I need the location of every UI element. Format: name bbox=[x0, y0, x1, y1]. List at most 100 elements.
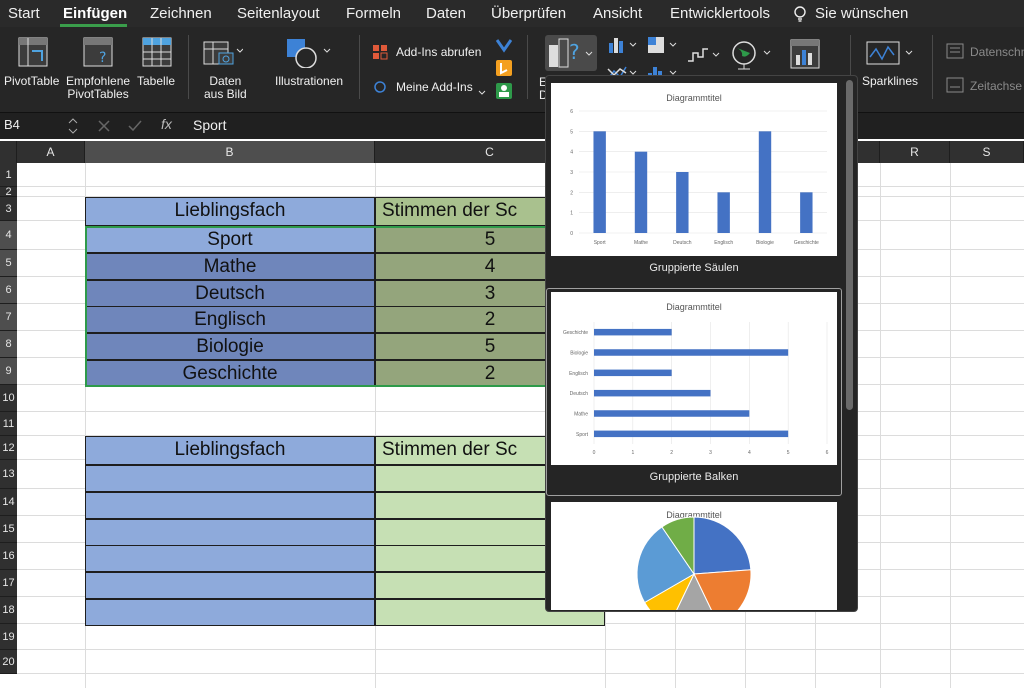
y-tick-label: 2 bbox=[570, 190, 573, 196]
row-header[interactable]: 10 bbox=[0, 385, 17, 412]
menu-formeln[interactable]: Formeln bbox=[346, 5, 401, 22]
row-header[interactable]: 3 bbox=[0, 197, 17, 221]
my-addins-icon[interactable] bbox=[372, 79, 388, 100]
column-chart-icon[interactable] bbox=[606, 35, 638, 60]
row-header[interactable]: 7 bbox=[0, 304, 17, 331]
menu-sie-wuenschen[interactable]: Sie wünschen bbox=[815, 5, 908, 22]
menu-seitenlayout[interactable]: Seitenlayout bbox=[237, 5, 320, 22]
people-graph-icon[interactable] bbox=[496, 83, 512, 104]
column-header-a[interactable]: A bbox=[17, 141, 85, 163]
row-header[interactable]: 6 bbox=[0, 277, 17, 304]
chevron-down-icon[interactable] bbox=[478, 83, 486, 101]
chart-option-clustered-columns[interactable]: Diagrammtitel 0 1 2 3 4 5 6 Sport Mathe Deutsch Eng… bbox=[551, 83, 837, 256]
pivotchart-icon[interactable] bbox=[790, 39, 822, 74]
chart-option-pie[interactable]: Diagrammtitel bbox=[551, 502, 837, 610]
pivottable-button[interactable]: PivotTable bbox=[4, 75, 59, 88]
x-tick-label: Mathe bbox=[634, 240, 648, 246]
table2-cell-subject[interactable] bbox=[85, 518, 375, 546]
table1-header-votes[interactable]: Stimmen der Sc bbox=[375, 197, 550, 226]
timeline-button[interactable]: Zeitachse bbox=[970, 79, 1022, 93]
column-header-s[interactable]: S bbox=[950, 141, 1024, 163]
table1-header-subject[interactable]: Lieblingsfach bbox=[85, 197, 375, 226]
table2-cell-subject[interactable] bbox=[85, 599, 375, 626]
hierarchy-chart-icon[interactable] bbox=[646, 35, 678, 60]
name-box-stepper-icon[interactable] bbox=[68, 116, 78, 141]
table2-header-subject[interactable]: Lieblingsfach bbox=[85, 436, 375, 465]
data-from-picture-icon[interactable] bbox=[203, 39, 244, 72]
row-header[interactable]: 20 bbox=[0, 650, 17, 674]
ribbon-divider bbox=[527, 35, 528, 99]
sparklines-button[interactable]: Sparklines bbox=[862, 75, 918, 88]
map-chart-icon[interactable] bbox=[730, 39, 774, 76]
table2-cell-subject[interactable] bbox=[85, 491, 375, 519]
table2-cell-subject[interactable] bbox=[85, 572, 375, 600]
ribbon-divider bbox=[932, 35, 933, 99]
menu-entwicklertools[interactable]: Entwicklertools bbox=[670, 5, 770, 22]
recommended-charts-icon[interactable]: ? bbox=[545, 35, 597, 76]
bar bbox=[634, 151, 648, 233]
column-header-r[interactable]: R bbox=[880, 141, 950, 163]
fx-icon[interactable]: fx bbox=[161, 116, 172, 132]
select-all-corner[interactable] bbox=[0, 141, 17, 163]
table2-cell-subject[interactable] bbox=[85, 545, 375, 573]
menu-ueberpruefen[interactable]: Überprüfen bbox=[491, 5, 566, 22]
recommended-pivottables-icon[interactable]: ? bbox=[83, 37, 113, 72]
table2-cell-subject[interactable] bbox=[85, 465, 375, 492]
pivottable-icon[interactable] bbox=[18, 37, 48, 72]
row-header[interactable]: 9 bbox=[0, 358, 17, 385]
chart-title: Diagrammtitel bbox=[666, 93, 722, 103]
menu-start[interactable]: Start bbox=[8, 5, 40, 22]
menu-daten[interactable]: Daten bbox=[426, 5, 466, 22]
row-header[interactable]: 15 bbox=[0, 516, 17, 543]
row-header[interactable]: 13 bbox=[0, 460, 17, 489]
cancel-icon[interactable] bbox=[98, 119, 110, 137]
row-header[interactable]: 2 bbox=[0, 187, 17, 198]
name-box[interactable]: B4 bbox=[4, 117, 20, 132]
row-header[interactable]: 17 bbox=[0, 570, 17, 597]
row-header[interactable]: 18 bbox=[0, 597, 17, 624]
bing-icon[interactable] bbox=[496, 60, 512, 81]
y-tick-label: 3 bbox=[570, 170, 573, 176]
row-header[interactable]: 16 bbox=[0, 543, 17, 570]
table-icon[interactable] bbox=[142, 37, 172, 72]
x-tick-label: Geschichte bbox=[794, 240, 819, 246]
row-header[interactable]: 5 bbox=[0, 250, 17, 277]
table-button[interactable]: Tabelle bbox=[137, 75, 175, 88]
visio-icon[interactable] bbox=[495, 37, 513, 58]
column-header-b[interactable]: B bbox=[85, 141, 375, 163]
menu-ansicht[interactable]: Ansicht bbox=[593, 5, 642, 22]
waterfall-chart-icon[interactable] bbox=[686, 45, 722, 70]
spreadsheet-grid[interactable]: A B C R S 1 2 3 4 5 6 7 8 9 10 11 12 13 14 15 16 17 18 19 2… bbox=[0, 139, 1024, 688]
chart-type-dropdown: Diagrammtitel 0 1 2 3 4 5 6 Sport Mathe Deutsch Eng… bbox=[545, 75, 858, 612]
row-header[interactable]: 14 bbox=[0, 489, 17, 516]
formula-input[interactable]: Sport bbox=[193, 117, 226, 133]
bar bbox=[594, 430, 789, 438]
menu-einfuegen[interactable]: Einfügen bbox=[63, 5, 127, 22]
row-header[interactable]: 4 bbox=[0, 221, 17, 250]
illustrations-icon[interactable] bbox=[286, 38, 334, 73]
sparklines-icon[interactable] bbox=[866, 41, 916, 70]
row-header[interactable]: 8 bbox=[0, 331, 17, 358]
row-header[interactable]: 12 bbox=[0, 436, 17, 460]
addins-store-icon[interactable] bbox=[372, 44, 388, 65]
row-header[interactable]: 11 bbox=[0, 412, 17, 436]
timeline-icon[interactable] bbox=[946, 77, 964, 98]
dropdown-scrollbar[interactable] bbox=[846, 80, 853, 410]
enter-check-icon[interactable] bbox=[128, 119, 142, 137]
menu-zeichnen[interactable]: Zeichnen bbox=[150, 5, 212, 22]
bar bbox=[800, 192, 813, 233]
slicer-button[interactable]: Datenschn bbox=[970, 45, 1024, 59]
data-from-picture-button[interactable]: Daten aus Bild bbox=[204, 75, 247, 101]
row-header[interactable]: 1 bbox=[0, 163, 17, 187]
chart-option-clustered-bars[interactable]: Diagrammtitel 0 1 2 3 4 5 6 Sport Mathe Deutsch Eng… bbox=[551, 292, 837, 465]
row-header[interactable]: 19 bbox=[0, 624, 17, 650]
slicer-icon[interactable] bbox=[946, 43, 964, 64]
illustrations-button[interactable]: Illustrationen bbox=[275, 75, 343, 88]
table2-header-votes[interactable]: Stimmen der Sc bbox=[375, 436, 550, 465]
ribbon-divider bbox=[359, 35, 360, 99]
recommended-pivottables-button[interactable]: Empfohlene PivotTables bbox=[66, 75, 130, 101]
lightbulb-icon[interactable] bbox=[793, 6, 807, 27]
x-tick-label: 1 bbox=[631, 450, 634, 456]
my-addins-button[interactable]: Meine Add-Ins bbox=[396, 80, 473, 94]
get-addins-button[interactable]: Add-Ins abrufen bbox=[396, 45, 481, 59]
